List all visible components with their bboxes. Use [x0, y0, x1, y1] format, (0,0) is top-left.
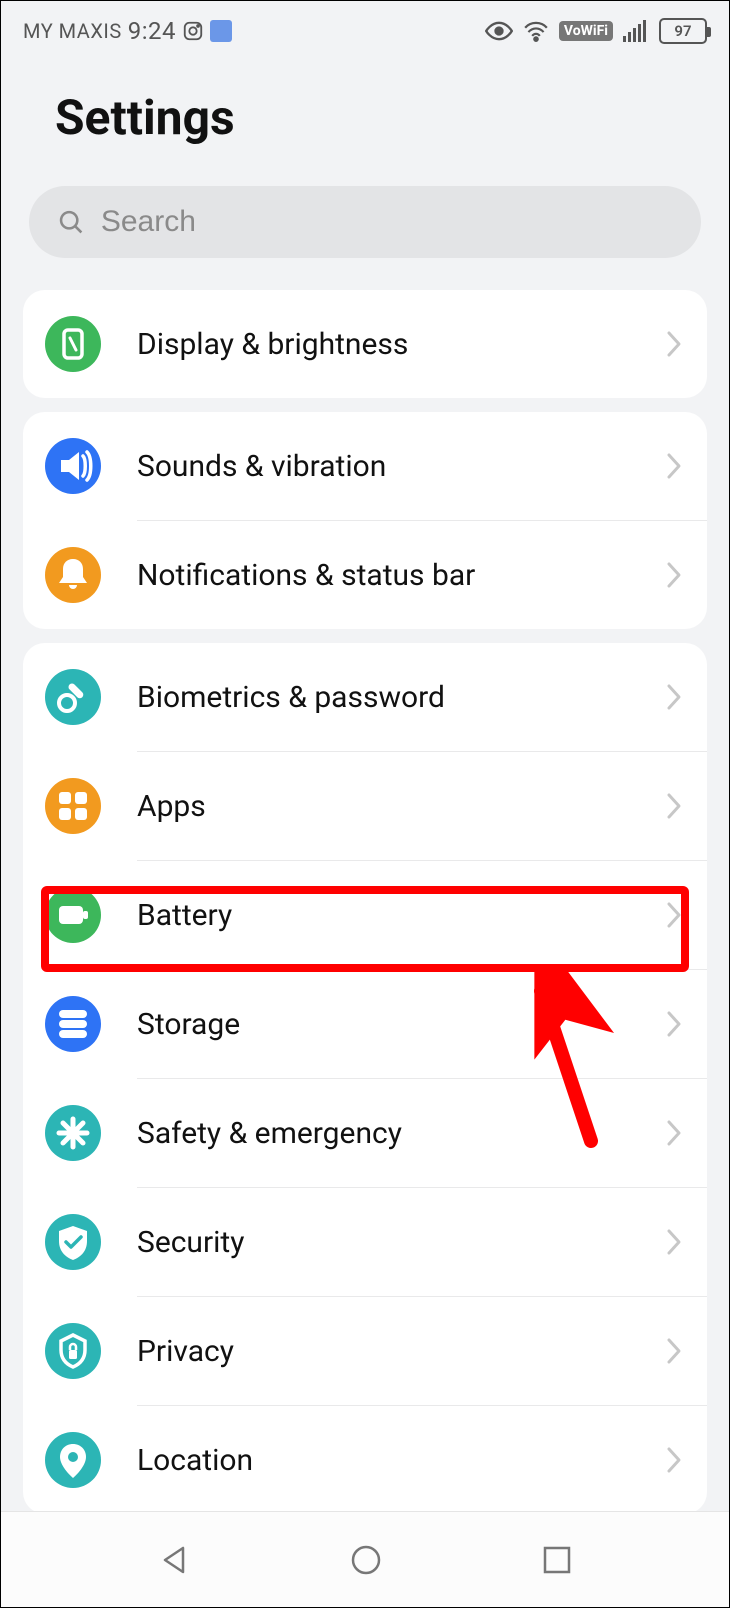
settings-row-label: Safety & emergency — [137, 1116, 665, 1151]
settings-row-label: Storage — [137, 1007, 665, 1042]
status-bar: MY MAXIS 9:24 VoWiFi 97 — [1, 1, 729, 61]
biometrics-icon — [45, 669, 101, 725]
signal-icon — [623, 20, 649, 42]
chevron-right-icon — [665, 329, 683, 359]
nav-recent-button[interactable] — [540, 1543, 574, 1577]
settings-row-sounds[interactable]: Sounds & vibration — [23, 412, 707, 520]
settings-row-label: Notifications & status bar — [137, 558, 665, 593]
settings-row-label: Location — [137, 1443, 665, 1478]
chevron-right-icon — [665, 1118, 683, 1148]
nav-home-button[interactable] — [348, 1542, 384, 1578]
settings-row-label: Battery — [137, 898, 665, 933]
settings-row-label: Biometrics & password — [137, 680, 665, 715]
sounds-icon — [45, 438, 101, 494]
search-icon — [57, 207, 85, 237]
vowifi-badge: VoWiFi — [559, 21, 613, 41]
battery-icon — [45, 887, 101, 943]
status-right: VoWiFi 97 — [485, 18, 707, 44]
location-icon — [45, 1432, 101, 1488]
search-container — [1, 186, 729, 276]
eye-icon — [485, 21, 513, 41]
chevron-right-icon — [665, 1009, 683, 1039]
settings-row-label: Privacy — [137, 1334, 665, 1369]
display-icon — [45, 316, 101, 372]
settings-row-label: Sounds & vibration — [137, 449, 665, 484]
chevron-right-icon — [665, 900, 683, 930]
settings-row-biometrics[interactable]: Biometrics & password — [23, 643, 707, 751]
search-field[interactable] — [29, 186, 701, 258]
carrier-label: MY MAXIS — [23, 19, 122, 43]
search-input[interactable] — [101, 205, 673, 239]
wifi-icon — [523, 20, 549, 42]
chevron-right-icon — [665, 682, 683, 712]
clock-label: 9:24 — [128, 17, 176, 45]
privacy-icon — [45, 1323, 101, 1379]
settings-row-label: Display & brightness — [137, 327, 665, 362]
security-icon — [45, 1214, 101, 1270]
system-nav-bar — [1, 1511, 729, 1607]
instagram-icon — [182, 20, 204, 42]
storage-icon — [45, 996, 101, 1052]
settings-row-notifications[interactable]: Notifications & status bar — [23, 521, 707, 629]
settings-row-label: Security — [137, 1225, 665, 1260]
chevron-right-icon — [665, 1336, 683, 1366]
nav-back-button[interactable] — [157, 1542, 193, 1578]
chevron-right-icon — [665, 791, 683, 821]
settings-row-label: Apps — [137, 789, 665, 824]
settings-row-battery[interactable]: Battery — [23, 861, 707, 969]
settings-group: Display & brightness — [23, 290, 707, 398]
chevron-right-icon — [665, 451, 683, 481]
settings-row-storage[interactable]: Storage — [23, 970, 707, 1078]
page-title: Settings — [1, 61, 729, 186]
settings-row-safety[interactable]: Safety & emergency — [23, 1079, 707, 1187]
notifications-icon — [45, 547, 101, 603]
settings-row-security[interactable]: Security — [23, 1188, 707, 1296]
chevron-right-icon — [665, 1227, 683, 1257]
settings-row-display[interactable]: Display & brightness — [23, 290, 707, 398]
settings-group: Sounds & vibration Notifications & status… — [23, 412, 707, 629]
settings-row-apps[interactable]: Apps — [23, 752, 707, 860]
settings-row-location[interactable]: Location — [23, 1406, 707, 1514]
chevron-right-icon — [665, 1445, 683, 1475]
apps-icon — [45, 778, 101, 834]
settings-group: Biometrics & password Apps Battery Storage S… — [23, 643, 707, 1514]
battery-indicator: 97 — [659, 18, 707, 44]
safety-icon — [45, 1105, 101, 1161]
status-left: MY MAXIS 9:24 — [23, 17, 232, 45]
settings-row-privacy[interactable]: Privacy — [23, 1297, 707, 1405]
chevron-right-icon — [665, 560, 683, 590]
app-icon — [210, 20, 232, 42]
